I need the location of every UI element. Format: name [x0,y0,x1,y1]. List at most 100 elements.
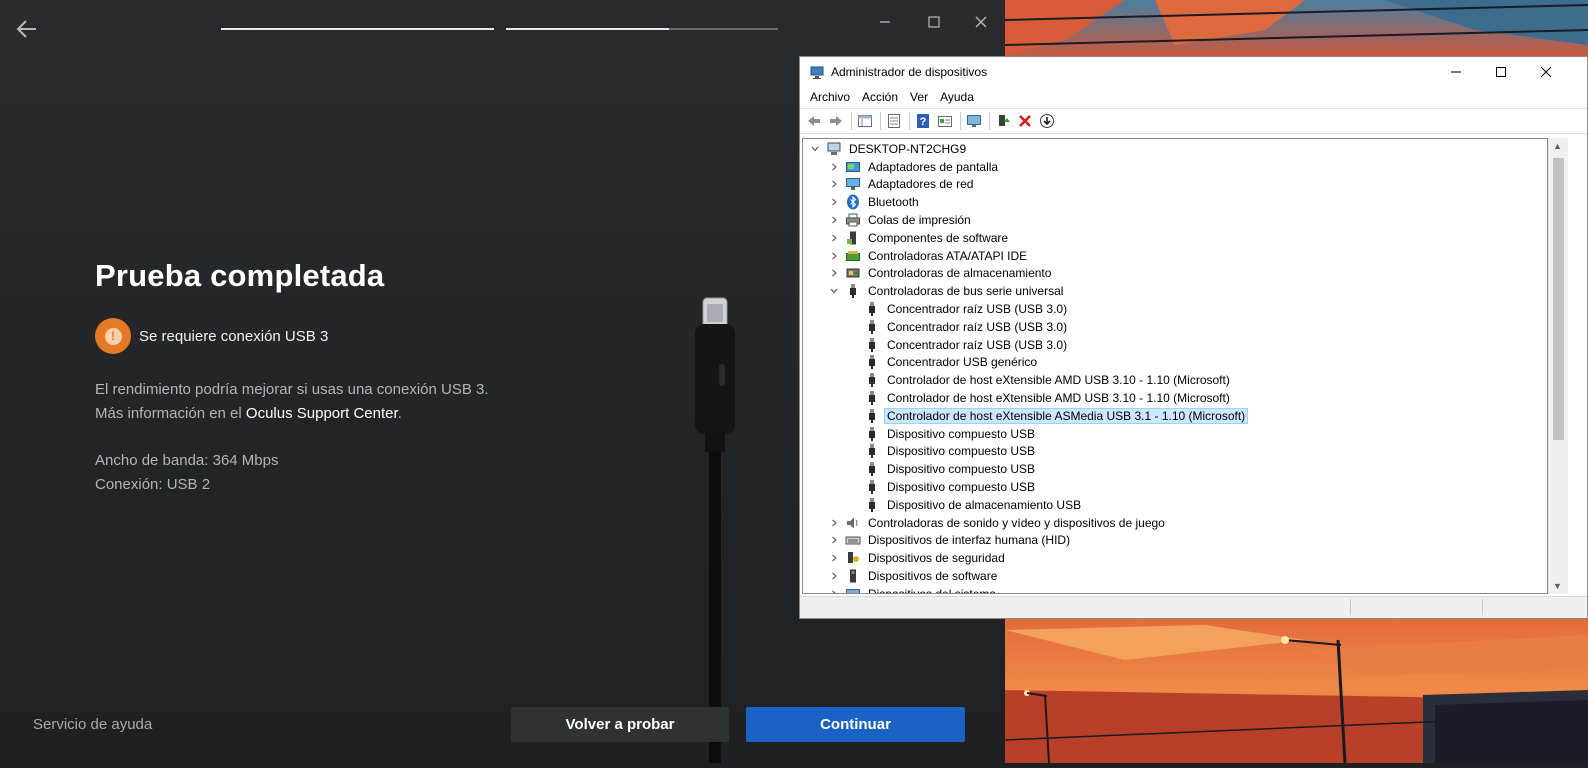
chevron-right-icon[interactable] [828,250,840,262]
chevron-right-icon[interactable] [828,517,840,529]
close-icon [975,16,987,28]
chevron-down-icon[interactable] [828,285,840,297]
tree-category-node[interactable]: Dispositivos de seguridad [828,549,1008,567]
enable-device-button[interactable] [993,111,1013,131]
retry-button[interactable]: Volver a probar [511,707,729,742]
properties-grid-button[interactable] [855,111,875,131]
svg-text:?: ? [920,116,927,128]
chevron-right-icon[interactable] [828,552,840,564]
tree-node-label: Bluetooth [868,195,919,210]
tree-device-node[interactable]: Dispositivo compuesto USB [847,443,1038,461]
scroll-down-icon[interactable]: ▼ [1553,581,1562,591]
usb-plug-icon [864,337,880,353]
chevron-right-icon[interactable] [828,214,840,226]
oculus-support-center-link[interactable]: Oculus Support Center [246,405,398,422]
tree-category-node[interactable]: Controladoras de sonido y vídeo y dispos… [828,514,1168,532]
forward-toolbar-button[interactable] [826,111,846,131]
tree-category-node[interactable]: Dispositivos del sistema [828,585,999,593]
tree-node-label: Concentrador USB genérico [887,355,1038,370]
tree-device-node[interactable]: Concentrador raíz USB (USB 3.0) [847,336,1070,354]
usb-plug-icon [864,354,880,370]
chevron-right-icon[interactable] [828,178,840,190]
scan-hardware-button[interactable] [964,111,984,131]
tree-category-node[interactable]: Adaptadores de pantalla [828,158,1001,176]
device-view-button[interactable] [935,111,955,131]
tree-device-node[interactable]: Concentrador USB genérico [847,354,1040,372]
back-arrow-icon[interactable] [14,16,40,42]
uninstall-device-button[interactable] [1015,111,1035,131]
download-driver-button[interactable] [1037,111,1057,131]
dm-minimize-button[interactable] [1433,57,1478,86]
chevron-right-icon[interactable] [828,161,840,173]
chevron-right-icon[interactable] [828,570,840,582]
tree-node-label: Dispositivos de interfaz humana (HID) [868,533,1071,548]
dm-close-button[interactable] [1523,57,1568,86]
tree-category-node[interactable]: Dispositivos de interfaz humana (HID) [828,532,1073,550]
device-manager-title: Administrador de dispositivos [831,64,988,79]
chevron-right-icon[interactable] [828,588,840,593]
dm-maximize-button[interactable] [1478,57,1523,86]
tree-node-label: DESKTOP-NT2CHG9 [849,141,967,156]
chevron-right-icon[interactable] [828,267,840,279]
tree-category-node[interactable]: Componentes de software [828,229,1011,247]
minimize-icon [880,21,890,23]
usb-plug-icon [864,443,880,459]
device-view-icon [938,116,952,127]
tree-category-node[interactable]: Controladoras ATA/ATAPI IDE [828,247,1030,265]
menu-ver[interactable]: Ver [904,90,934,104]
tree-category-node[interactable]: Adaptadores de red [828,176,976,194]
tree-device-node[interactable]: Controlador de host eXtensible ASMedia U… [847,407,1249,425]
tree-node-label: Controlador de host eXtensible AMD USB 3… [887,391,1230,406]
menu-archivo[interactable]: Archivo [804,90,856,104]
menu-accion[interactable]: Acción [856,90,904,104]
update-list-button[interactable] [884,111,904,131]
tree-node-label: Dispositivo de almacenamiento USB [887,497,1082,512]
tree-device-node[interactable]: Controlador de host eXtensible AMD USB 3… [847,371,1233,389]
tree-device-node[interactable]: Dispositivo compuesto USB [847,425,1038,443]
vertical-scrollbar[interactable]: ▲ ▼ [1548,138,1568,594]
minimize-button[interactable] [873,10,897,34]
status-bar [800,596,1587,618]
tree-category-node[interactable]: Colas de impresión [828,211,974,229]
device-manager-titlebar[interactable]: Administrador de dispositivos [800,57,1587,86]
scrollbar-thumb[interactable] [1553,158,1564,440]
help-service-link[interactable]: Servicio de ayuda [33,716,152,733]
tree-device-node[interactable]: Dispositivo compuesto USB [847,478,1038,496]
tree-category-node[interactable]: Controladoras de bus serie universal [828,282,1066,300]
chevron-right-icon[interactable] [828,534,840,546]
usb-plug-icon [845,283,861,299]
update-list-icon [888,114,900,128]
back-toolbar-button[interactable] [804,111,824,131]
tree-node-label: Controladoras de bus serie universal [868,284,1064,299]
tree-device-node[interactable]: Dispositivo de almacenamiento USB [847,496,1084,514]
tree-device-node[interactable]: Dispositivo compuesto USB [847,460,1038,478]
tree-root-node[interactable]: DESKTOP-NT2CHG9 [809,140,969,158]
status-divider [1350,599,1351,615]
tree-device-node[interactable]: Concentrador raíz USB (USB 3.0) [847,318,1070,336]
continue-button[interactable]: Continuar [746,707,965,742]
tree-device-node[interactable]: Controlador de host eXtensible AMD USB 3… [847,389,1233,407]
description-suffix: . [397,405,402,422]
device-manager-window: Administrador de dispositivos Archivo Ac… [799,56,1588,619]
scroll-up-icon[interactable]: ▲ [1553,141,1562,151]
connection-value: Conexión: USB 2 [95,476,211,493]
chevron-down-icon[interactable] [809,143,821,155]
help-toolbar-button[interactable]: ? [913,111,933,131]
display-adapter-icon [845,159,861,175]
description-prefix: Más información en el [95,405,246,422]
toolbar-separator [989,112,990,130]
toolbar-separator [909,112,910,130]
tree-device-node[interactable]: Concentrador raíz USB (USB 3.0) [847,300,1070,318]
bandwidth-value: Ancho de banda: 364 Mbps [95,452,279,469]
tree-category-node[interactable]: Controladoras de almacenamiento [828,265,1054,283]
chevron-right-icon[interactable] [828,232,840,244]
tree-node-label: Colas de impresión [868,213,971,228]
ide-controller-icon [845,248,861,264]
tree-category-node[interactable]: Bluetooth [828,193,922,211]
tree-category-node[interactable]: Dispositivos de software [828,567,1000,585]
chevron-right-icon[interactable] [828,196,840,208]
menu-ayuda[interactable]: Ayuda [934,90,980,104]
maximize-button[interactable] [922,10,946,34]
close-button[interactable] [969,10,993,34]
